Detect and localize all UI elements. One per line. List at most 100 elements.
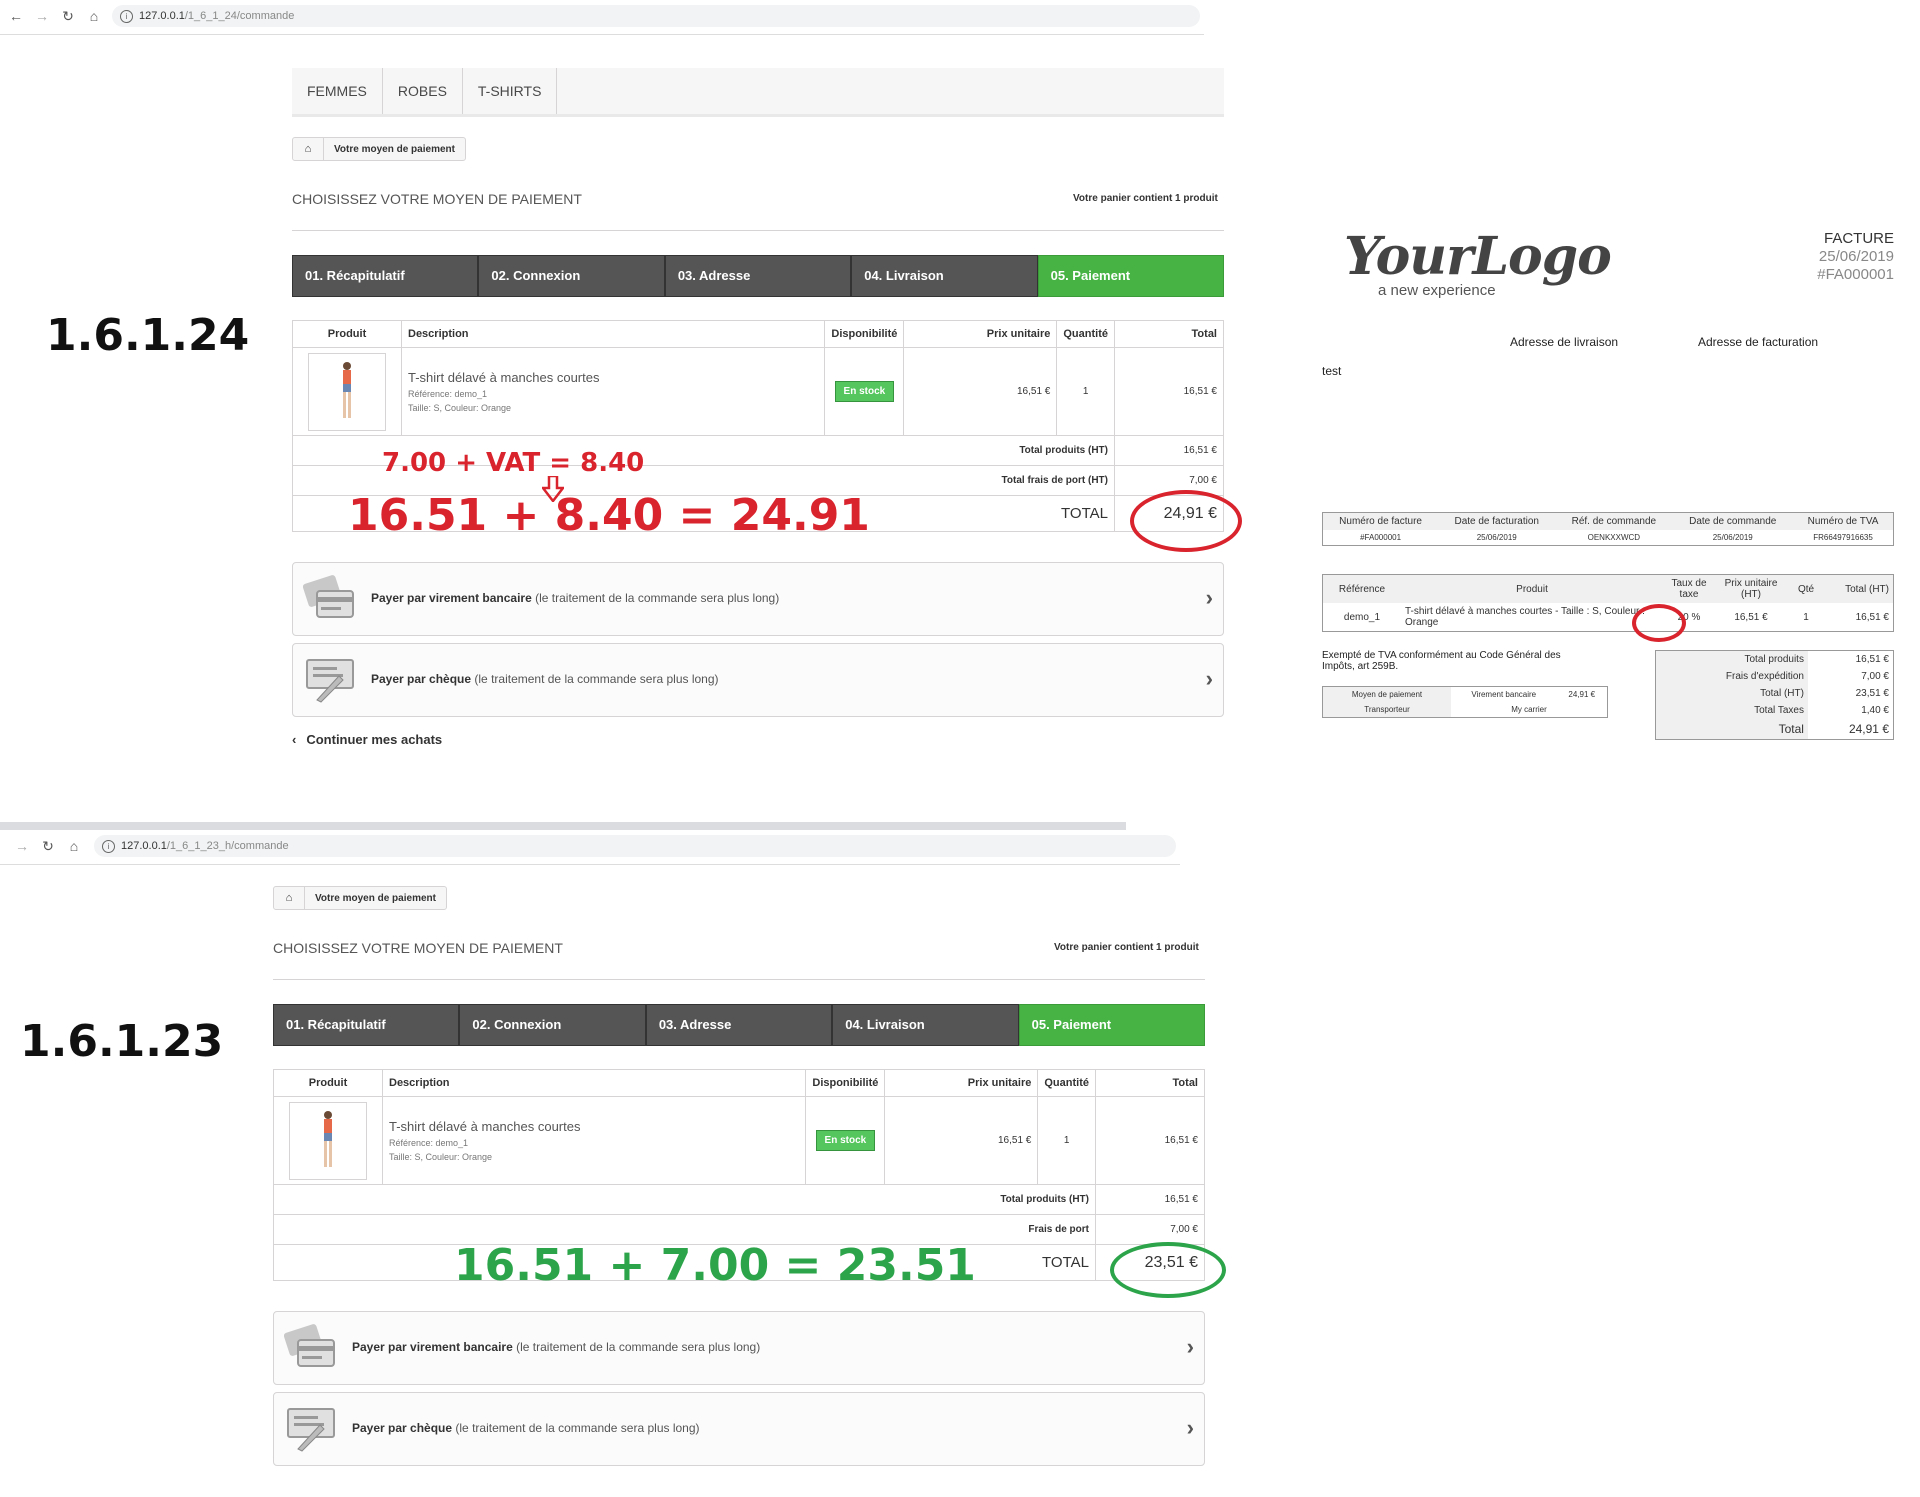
reload-icon[interactable]: ↻ [38,836,58,856]
back-icon[interactable]: ← [6,6,26,26]
total-products: 16,51 € [1095,1184,1205,1215]
chevron-right-icon: › [1186,1415,1194,1440]
home-icon[interactable]: ⌂ [64,836,84,856]
pay-bank-wire-option[interactable]: Payer par virement bancaire (le traiteme… [273,1311,1205,1385]
step-login: 02. Connexion [478,255,665,297]
quantity: 1 [1056,347,1115,436]
line-header: Prix unitaire (HT) [1715,574,1787,603]
col-quantity: Quantité [1056,320,1115,348]
total-label: Frais d'expédition [1655,668,1808,685]
cheque-icon [306,659,354,703]
col-total: Total [1095,1069,1205,1097]
stock-badge: En stock [834,381,895,402]
customer-name: test [1322,364,1342,378]
line-header: Total (HT) [1825,574,1894,603]
total-products-label: Total produits (HT) [273,1184,1096,1215]
invoice-date: 25/06/2019 [1818,248,1894,265]
annotation-sum-bottom: 16.51 + 7.00 = 23.51 [454,1240,976,1291]
menu-item-tshirts[interactable]: T-SHIRTS [463,68,558,114]
table-row: T-shirt délavé à manches courtes Référen… [292,347,1224,436]
pay-cheque-option[interactable]: Payer par chèque (le traitement de la co… [292,643,1224,717]
product-image[interactable] [273,1096,383,1185]
divider [273,979,1205,980]
col-unit-price: Prix unitaire [903,320,1058,348]
col-product: Produit [273,1069,383,1097]
step-address: 03. Adresse [645,1004,833,1046]
info-value: #FA000001 [1360,533,1402,542]
table-row: T-shirt délavé à manches courtes Référen… [273,1096,1205,1185]
pay-cheque-option[interactable]: Payer par chèque (le traitement de la co… [273,1392,1205,1466]
continue-shopping-link[interactable]: ‹ Continuer mes achats [292,732,442,747]
stock-badge: En stock [815,1130,876,1151]
total-label: Total [1655,719,1808,740]
col-quantity: Quantité [1037,1069,1096,1097]
forward-icon[interactable]: → [32,6,52,26]
product-name[interactable]: T-shirt délavé à manches courtes [389,1119,799,1134]
line-product: T-shirt délavé à manches courtes - Taill… [1405,606,1645,628]
menu-item-robes[interactable]: ROBES [383,68,463,114]
line-unit: 16,51 € [1734,611,1768,623]
checkout-steps: 01. Récapitulatif 02. Connexion 03. Adre… [273,1004,1206,1046]
step-payment: 05. Paiement [1037,255,1225,297]
window-tabstrip [0,822,1126,830]
home-icon[interactable]: ⌂ [84,6,104,26]
forward-icon[interactable]: → [12,836,32,856]
unit-price: 16,51 € [903,347,1058,436]
version-label-top: 1.6.1.24 [46,310,250,361]
info-icon[interactable]: i [102,840,115,853]
pay-cheque-label: Payer par chèque [371,672,472,686]
line-header: Produit [1401,574,1663,603]
product-name[interactable]: T-shirt délavé à manches courtes [408,370,818,385]
highlight-ellipse-green [1110,1242,1226,1298]
col-description: Description [400,320,826,348]
total-products: 16,51 € [1114,435,1224,466]
shipping-total: 7,00 € [1095,1214,1205,1245]
menu-item-femmes[interactable]: FEMMES [292,68,383,114]
home-icon[interactable]: ⌂ [274,887,305,909]
annotation-vat: 7.00 + VAT = 8.40 [382,448,645,478]
divider [292,230,1224,231]
line-total: 16,51 € [1855,611,1889,623]
pay-cheque-note: (le traitement de la commande sera plus … [471,672,719,686]
info-header: Numéro de TVA [1793,512,1894,530]
logo-text: YourLogo [1344,226,1612,287]
address-bar[interactable]: i 127.0.0.1/1_6_1_23_h/commande [94,835,1176,857]
invoice-lines-table: Référence Produit Taux de taxe Prix unit… [1322,574,1894,632]
version-label-bottom: 1.6.1.23 [20,1016,224,1067]
info-header: Réf. de commande [1555,512,1673,530]
cart-count: Votre panier contient 1 produit [1073,193,1218,204]
line-ref: demo_1 [1343,611,1381,623]
carrier-label: Transporteur [1322,702,1451,718]
annotation-sum-top: 16.51 + 8.40 = 24.91 [348,490,870,541]
info-value: FR66497916635 [1813,533,1873,542]
info-header: Date de facturation [1438,512,1556,530]
unit-price: 16,51 € [884,1096,1039,1185]
col-total: Total [1114,320,1224,348]
col-availability: Disponibilité [805,1069,886,1097]
info-value: OENKXXWCD [1587,533,1641,542]
invoice-logo: YourLogo a new experience [1344,226,1612,299]
pay-bank-wire-option[interactable]: Payer par virement bancaire (le traiteme… [292,562,1224,636]
product-attributes: Taille: S, Couleur: Orange [389,1152,493,1162]
step-login: 02. Connexion [459,1004,646,1046]
delivery-address-label: Adresse de livraison [1510,335,1619,349]
info-value: 25/06/2019 [1712,533,1753,542]
step-shipping: 04. Livraison [851,255,1038,297]
line-total: 16,51 € [1095,1096,1205,1185]
line-total: 16,51 € [1114,347,1224,436]
reload-icon[interactable]: ↻ [58,6,78,26]
home-icon[interactable]: ⌂ [293,138,324,160]
page-title: CHOISISSEZ VOTRE MOYEN DE PAIEMENT [273,940,563,956]
total-value: 24,91 € [1848,722,1889,736]
pay-bank-label: Payer par virement bancaire [371,591,532,605]
address-bar[interactable]: i 127.0.0.1/1_6_1_24/commande [112,5,1200,27]
chevron-right-icon: › [1205,585,1213,610]
bank-card-icon [284,1324,335,1367]
product-image[interactable] [292,347,402,436]
info-icon[interactable]: i [120,10,133,23]
info-header: Numéro de facture [1322,512,1439,530]
highlight-ellipse-tax [1632,604,1686,642]
step-summary: 01. Récapitulatif [273,1004,460,1046]
logo-tagline: a new experience [1378,282,1496,299]
payment-table: Moyen de paiement Virement bancaire 24,9… [1322,686,1608,718]
